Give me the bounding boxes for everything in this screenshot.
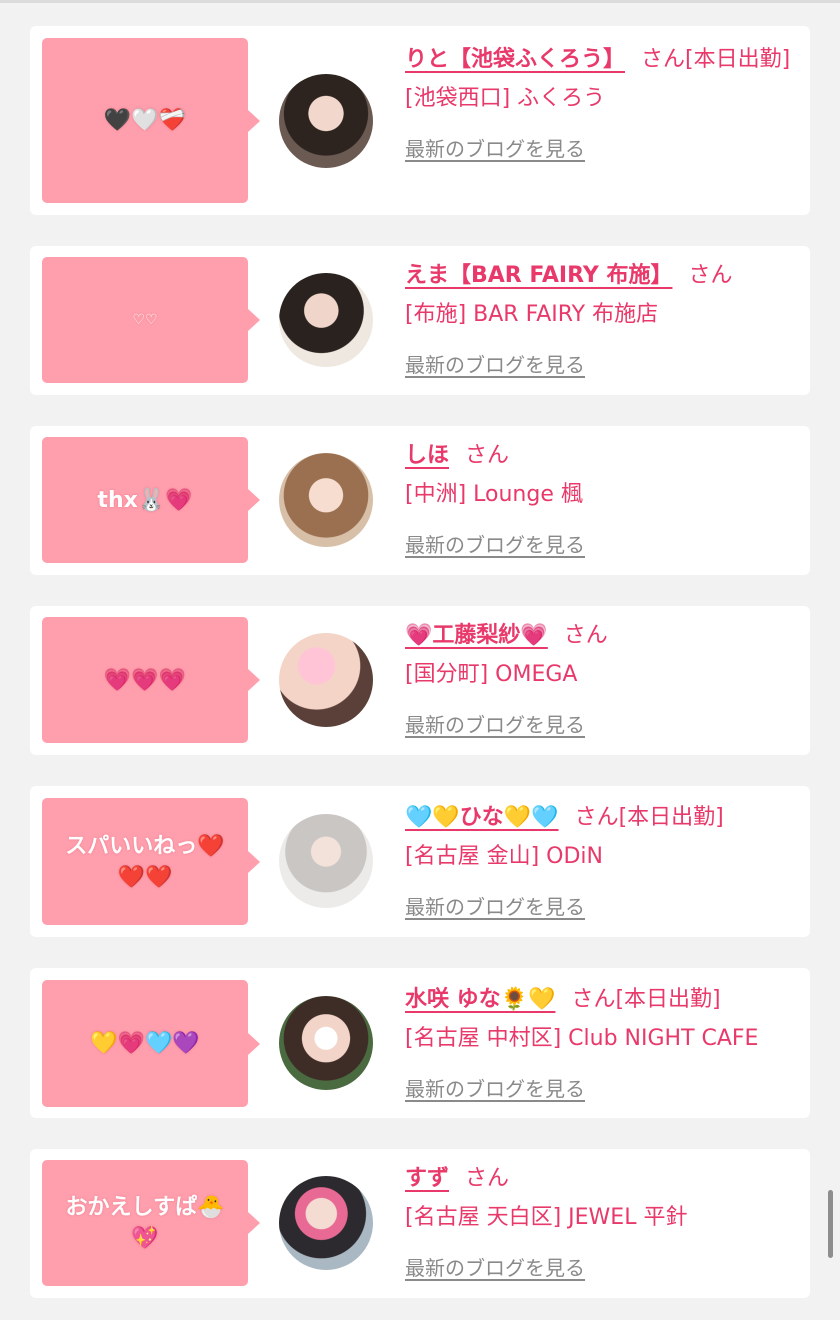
- honorific-label: さん[本日出勤]: [641, 47, 791, 72]
- cast-name-link[interactable]: しほ: [405, 443, 449, 468]
- feed-card: 💛💗🩵💜 水咲 ゆな🌻💛 さん[本日出勤] [名古屋 中村区] Club NIGH…: [30, 968, 810, 1118]
- honorific-label: さん: [465, 443, 510, 468]
- latest-blog-link[interactable]: 最新のブログを見る: [405, 706, 585, 745]
- latest-blog-link[interactable]: 最新のブログを見る: [405, 888, 585, 927]
- avatar[interactable]: [279, 273, 373, 367]
- post-info: りと【池袋ふくろう】 さん[本日出勤] [池袋西口] ふくろう 最新のブログを見る: [405, 40, 796, 169]
- honorific-label: さん: [465, 1166, 510, 1191]
- avatar[interactable]: [279, 633, 373, 727]
- comment-bubble: 💛💗🩵💜: [42, 980, 260, 1107]
- honorific-label: さん[本日出勤]: [574, 805, 724, 830]
- name-line: 水咲 ゆな🌻💛 さん[本日出勤]: [405, 980, 796, 1019]
- name-line: 💗工藤梨紗💗 さん: [405, 616, 796, 655]
- comment-bubble: thx🐰💗: [42, 437, 260, 563]
- post-info: 水咲 ゆな🌻💛 さん[本日出勤] [名古屋 中村区] Club NIGHT CAF…: [405, 980, 796, 1109]
- latest-blog-link[interactable]: 最新のブログを見る: [405, 130, 585, 169]
- post-info: 💗工藤梨紗💗 さん [国分町] OMEGA 最新のブログを見る: [405, 616, 796, 745]
- comment-bubble: おかえしすぱ🐣💖: [42, 1160, 260, 1286]
- shop-label: [中洲] Lounge 楓: [405, 482, 583, 507]
- shop-label: [名古屋 金山] ODiN: [405, 844, 603, 869]
- post-info: しほ さん [中洲] Lounge 楓 最新のブログを見る: [405, 436, 796, 565]
- shop-label: [国分町] OMEGA: [405, 662, 578, 687]
- feed-card: thx🐰💗 しほ さん [中洲] Lounge 楓 最新のブログを見る: [30, 426, 810, 575]
- shop-label: [名古屋 天白区] JEWEL 平針: [405, 1205, 688, 1230]
- latest-blog-link[interactable]: 最新のブログを見る: [405, 346, 585, 385]
- name-line: すず さん: [405, 1159, 796, 1198]
- feed-card: ♡♡ えま【BAR FAIRY 布施】 さん [布施] BAR FAIRY 布施店…: [30, 246, 810, 395]
- name-line: えま【BAR FAIRY 布施】 さん: [405, 256, 796, 295]
- name-line: りと【池袋ふくろう】 さん[本日出勤]: [405, 40, 796, 79]
- name-line: 🩵💛ひな💛🩵 さん[本日出勤]: [405, 798, 796, 837]
- name-line: しほ さん: [405, 436, 796, 475]
- cast-name-link[interactable]: りと【池袋ふくろう】: [405, 47, 625, 72]
- feed-card: 💗💗💗 💗工藤梨紗💗 さん [国分町] OMEGA 最新のブログを見る: [30, 606, 810, 755]
- post-info: 🩵💛ひな💛🩵 さん[本日出勤] [名古屋 金山] ODiN 最新のブログを見る: [405, 798, 796, 927]
- latest-blog-link[interactable]: 最新のブログを見る: [405, 1070, 585, 1109]
- shop-label: [池袋西口] ふくろう: [405, 86, 606, 111]
- avatar[interactable]: [279, 814, 373, 908]
- honorific-label: さん[本日出勤]: [571, 987, 721, 1012]
- shop-label: [名古屋 中村区] Club NIGHT CAFE: [405, 1026, 759, 1051]
- post-info: えま【BAR FAIRY 布施】 さん [布施] BAR FAIRY 布施店 最新…: [405, 256, 796, 385]
- feed-card: スパいいねっ❤️❤️❤️ 🩵💛ひな💛🩵 さん[本日出勤] [名古屋 金山] ODi…: [30, 786, 810, 937]
- honorific-label: さん: [688, 263, 733, 288]
- cast-name-link[interactable]: 💗工藤梨紗💗: [405, 623, 548, 648]
- cast-name-link[interactable]: 🩵💛ひな💛🩵: [405, 805, 559, 830]
- scrollbar-thumb[interactable]: [828, 1190, 833, 1258]
- cast-name-link[interactable]: えま【BAR FAIRY 布施】: [405, 263, 672, 288]
- latest-blog-link[interactable]: 最新のブログを見る: [405, 526, 585, 565]
- feed-card: 🖤🤍❤️‍🩹 りと【池袋ふくろう】 さん[本日出勤] [池袋西口] ふくろう 最新…: [30, 26, 810, 215]
- feed-card: おかえしすぱ🐣💖 すず さん [名古屋 天白区] JEWEL 平針 最新のブログを…: [30, 1149, 810, 1298]
- avatar[interactable]: [279, 996, 373, 1090]
- shop-label: [布施] BAR FAIRY 布施店: [405, 302, 659, 327]
- cast-name-link[interactable]: すず: [405, 1166, 449, 1191]
- post-info: すず さん [名古屋 天白区] JEWEL 平針 最新のブログを見る: [405, 1159, 796, 1288]
- avatar[interactable]: [279, 453, 373, 547]
- comment-bubble: 🖤🤍❤️‍🩹: [42, 38, 260, 203]
- comment-bubble: ♡♡: [42, 257, 260, 383]
- honorific-label: さん: [563, 623, 608, 648]
- cast-name-link[interactable]: 水咲 ゆな🌻💛: [405, 987, 555, 1012]
- top-divider: [0, 0, 840, 3]
- latest-blog-link[interactable]: 最新のブログを見る: [405, 1249, 585, 1288]
- blog-like-feed: 🖤🤍❤️‍🩹 りと【池袋ふくろう】 さん[本日出勤] [池袋西口] ふくろう 最新…: [30, 26, 810, 1298]
- avatar[interactable]: [279, 74, 373, 168]
- avatar[interactable]: [279, 1176, 373, 1270]
- comment-bubble: スパいいねっ❤️❤️❤️: [42, 798, 260, 925]
- comment-bubble: 💗💗💗: [42, 617, 260, 743]
